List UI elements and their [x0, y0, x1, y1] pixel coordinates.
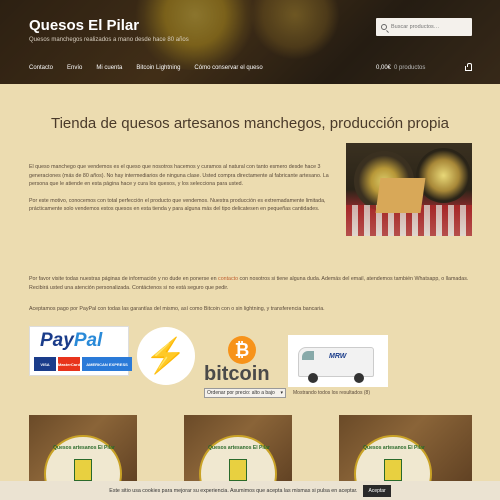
cart-link[interactable]: 0,00€ 0 productos: [376, 63, 472, 71]
result-count: Mostrando todos los resultados (8): [293, 390, 370, 396]
nav-item-mi-cuenta[interactable]: Mi cuenta: [96, 65, 122, 71]
intro-text: El queso manchego que vendemos es el que…: [29, 163, 333, 222]
cart-total: 0,00€: [376, 65, 392, 71]
main-nav: Contacto Envío Mi cuenta Bitcoin Lightni…: [29, 65, 263, 71]
cheese-hero-image: [346, 143, 472, 236]
cart-count: 0 productos: [394, 65, 426, 71]
amex-icon: AMERICAN EXPRESS: [82, 357, 132, 371]
site-tagline: Quesos manchegos realizados a mano desde…: [29, 37, 189, 43]
visa-icon: VISA: [34, 357, 56, 371]
cookie-text: Este sitio usa cookies para mejorar su e…: [109, 487, 358, 494]
paypal-logo: PayPal VISA MasterCard AMERICAN EXPRESS: [29, 326, 132, 376]
nav-item-conservar-queso[interactable]: Cómo conservar el queso: [194, 65, 262, 71]
contact-link[interactable]: contacto: [218, 276, 238, 282]
payments-paragraph: Aceptamos pago por PayPal con todas las …: [29, 306, 325, 312]
search-box[interactable]: [376, 18, 472, 36]
sort-select[interactable]: Ordenar por precio: alto a bajo: [204, 388, 286, 398]
cookie-banner: Este sitio usa cookies para mejorar su e…: [0, 481, 500, 500]
mastercard-icon: MasterCard: [58, 357, 80, 371]
nav-item-envio[interactable]: Envío: [67, 65, 82, 71]
mrw-van-image: MRW: [288, 335, 388, 387]
contact-paragraph: Por favor visite todas nuestras páginas …: [29, 276, 469, 291]
nav-item-bitcoin-lightning[interactable]: Bitcoin Lightning: [136, 65, 180, 71]
card-logos: VISA MasterCard AMERICAN EXPRESS: [34, 357, 132, 371]
site-header: Quesos El Pilar Quesos manchegos realiza…: [0, 0, 500, 84]
bitcoin-icon: ₿: [228, 336, 256, 364]
page-title: Tienda de quesos artesanos manchegos, pr…: [50, 115, 450, 132]
site-title[interactable]: Quesos El Pilar: [29, 17, 139, 34]
accept-cookies-button[interactable]: Aceptar: [363, 484, 391, 497]
bitcoin-logo: ₿ bitcoin: [204, 336, 282, 386]
nav-item-contacto[interactable]: Contacto: [29, 65, 53, 71]
basket-icon: [465, 63, 472, 71]
intro-paragraph-1: El queso manchego que vendemos es el que…: [29, 164, 329, 187]
lightning-icon: ⚡: [137, 327, 195, 385]
intro-paragraph-2: Por este motivo, conocemos con total per…: [29, 197, 326, 213]
search-icon: [381, 24, 387, 30]
search-input[interactable]: [391, 24, 469, 30]
